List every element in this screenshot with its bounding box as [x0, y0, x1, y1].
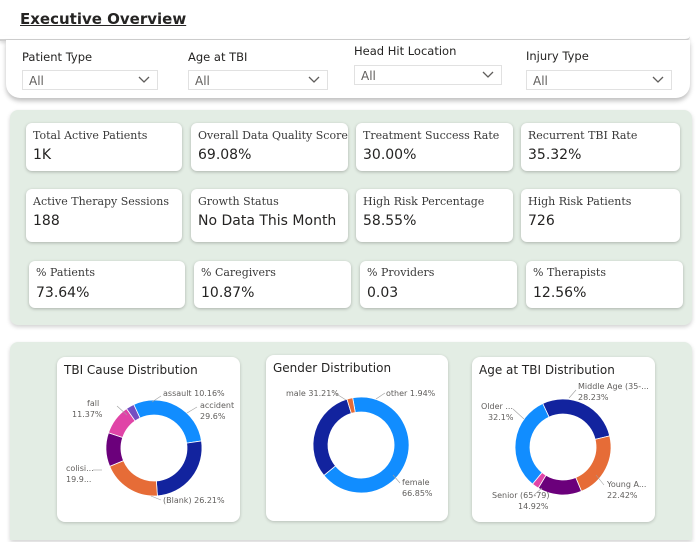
kpi-card: % Patients 73.64% [29, 261, 185, 308]
chart-label: 11.37% [72, 410, 103, 419]
chart-label: 32.1% [488, 413, 514, 422]
kpi-label: % Patients [36, 266, 96, 279]
kpi-value: 726 [528, 213, 555, 229]
kpi-value: 58.55% [363, 213, 417, 229]
chart-label: (Blank) 26.21% [163, 496, 225, 505]
kpi-card: Growth Status No Data This Month [191, 189, 348, 242]
chart-label: Older ... [481, 402, 513, 411]
chart-label: 66.85% [402, 489, 433, 498]
tbi-cause-chart: TBI Cause Distribution assault 10.16% fa… [57, 357, 240, 522]
kpi-value: 30.00% [363, 147, 417, 163]
page-title: Executive Overview [20, 10, 187, 28]
filter-label: Injury Type [526, 49, 589, 63]
donut-slice[interactable] [105, 432, 125, 467]
chevron-down-icon [482, 71, 494, 78]
chart-label: colisi... [66, 464, 94, 473]
filter-label: Age at TBI [188, 50, 248, 64]
donut-slice[interactable] [133, 399, 202, 444]
age-at-tbi-chart: Age at TBI Distribution Middle Age (35-.… [472, 357, 655, 522]
chart-label: fall [87, 399, 99, 408]
injury-type-dropdown[interactable]: All [526, 70, 672, 90]
kpi-label: Active Therapy Sessions [33, 195, 169, 208]
kpi-value: 1K [33, 147, 52, 163]
chart-label: female [402, 478, 430, 487]
kpi-label: % Providers [367, 266, 435, 279]
filter-label: Patient Type [22, 50, 93, 64]
chart-label: Senior (65-79) [492, 491, 550, 500]
chart-label: 28.23% [578, 393, 609, 402]
chevron-down-icon [308, 76, 320, 83]
donut-slice[interactable] [155, 440, 203, 497]
chart-label: other 1.94% [386, 389, 436, 398]
kpi-label: Treatment Success Rate [363, 129, 500, 142]
dropdown-value: All [29, 74, 44, 88]
kpi-label: Total Active Patients [33, 129, 148, 142]
kpi-value: 69.08% [198, 147, 252, 163]
kpi-value: 73.64% [36, 285, 90, 301]
chart-label: Young A... [606, 480, 646, 489]
kpi-value: 0.03 [367, 285, 399, 301]
kpi-label: High Risk Percentage [363, 195, 485, 208]
kpi-card: Treatment Success Rate 30.00% [356, 123, 513, 171]
donut-slice[interactable] [312, 398, 352, 476]
chevron-down-icon [652, 76, 664, 83]
kpi-value: No Data This Month [198, 213, 337, 229]
age-at-tbi-dropdown[interactable]: All [188, 70, 328, 90]
dropdown-value: All [533, 74, 548, 88]
filter-label: Head Hit Location [354, 44, 457, 58]
age-at-tbi-donut: Middle Age (35-... 28.23% Older ... 32.1… [481, 382, 649, 511]
kpi-card: Recurrent TBI Rate 35.32% [521, 123, 680, 171]
kpi-label: % Caregivers [201, 266, 276, 279]
tbi-cause-donut: assault 10.16% fall 11.37% accident 29.6… [66, 389, 234, 505]
kpi-value: 188 [33, 213, 60, 229]
chart-label: 29.6% [200, 412, 226, 421]
kpi-label: High Risk Patients [528, 195, 632, 208]
chart-label: assault 10.16% [163, 389, 225, 398]
chart-label: 14.92% [518, 502, 549, 511]
chart-label: male 31.21% [286, 389, 339, 398]
kpi-card: High Risk Patients 726 [521, 189, 680, 242]
kpi-label: % Therapists [533, 266, 606, 279]
kpi-card: % Providers 0.03 [360, 261, 517, 308]
kpi-card: Overall Data Quality Score 69.08% [191, 123, 348, 171]
chart-label: 19.9... [66, 475, 91, 484]
chart-label: accident [200, 401, 234, 410]
kpi-card: High Risk Percentage 58.55% [356, 189, 513, 242]
donut-slice[interactable] [109, 460, 158, 497]
donut-slice[interactable] [575, 435, 612, 492]
gender-donut: male 31.21% other 1.94% female 66.85% [286, 389, 436, 498]
filter-bar: Patient Type All Age at TBI All Head Hit… [6, 40, 690, 98]
kpi-panel: Total Active Patients 1K Overall Data Qu… [10, 110, 692, 325]
kpi-card: % Caregivers 10.87% [194, 261, 351, 308]
chart-label: 22.42% [607, 491, 638, 500]
kpi-value: 35.32% [528, 147, 582, 163]
chevron-down-icon [138, 76, 150, 83]
head-hit-location-dropdown[interactable]: All [354, 65, 502, 85]
charts-panel: TBI Cause Distribution assault 10.16% fa… [10, 342, 692, 540]
kpi-card: Total Active Patients 1K [26, 123, 182, 171]
patient-type-dropdown[interactable]: All [22, 70, 158, 90]
kpi-card: Active Therapy Sessions 188 [26, 189, 182, 242]
dropdown-value: All [195, 74, 210, 88]
chart-label: Middle Age (35-... [578, 382, 649, 391]
kpi-label: Growth Status [198, 195, 279, 208]
dropdown-value: All [361, 69, 376, 83]
gender-chart: Gender Distribution male 31.21% other 1.… [266, 355, 448, 521]
donut-slice[interactable] [542, 398, 611, 440]
kpi-value: 10.87% [201, 285, 255, 301]
kpi-label: Recurrent TBI Rate [528, 129, 638, 142]
kpi-value: 12.56% [533, 285, 587, 301]
kpi-label: Overall Data Quality Score [198, 129, 348, 142]
kpi-card: % Therapists 12.56% [526, 261, 683, 308]
